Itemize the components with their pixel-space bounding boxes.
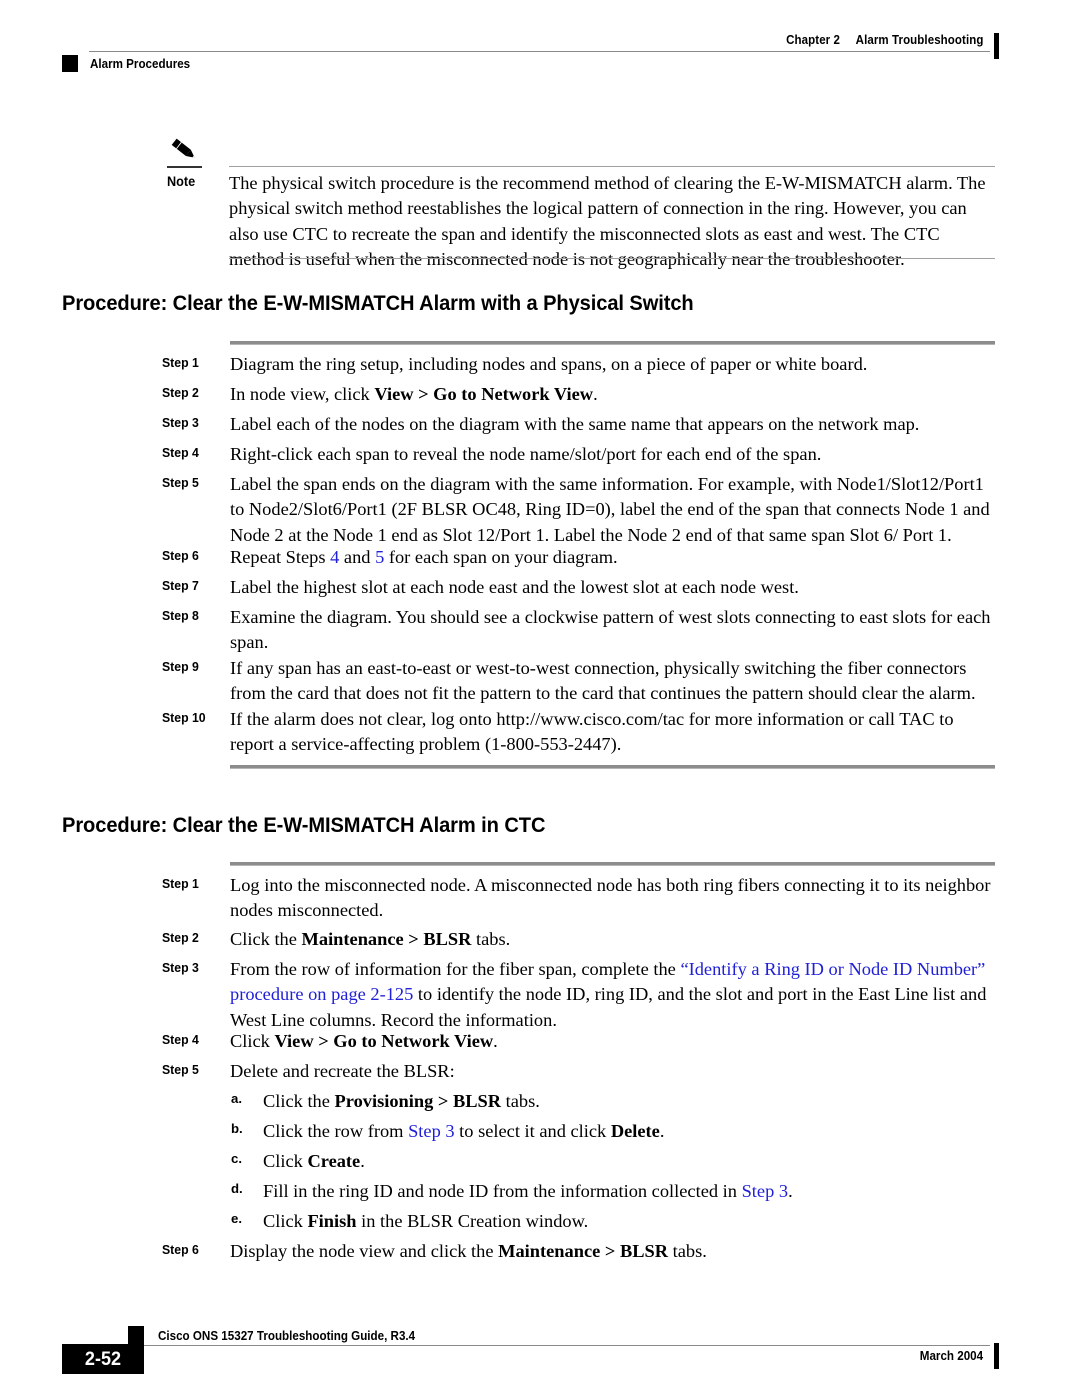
header-chapter-number: Chapter 2	[785, 33, 840, 47]
footer-rule	[90, 1345, 990, 1346]
procedure-2-heading: Procedure: Clear the E-W-MISMATCH Alarm …	[62, 813, 546, 837]
footer-edge-tab	[994, 1343, 999, 1369]
step-label: Step 3	[162, 960, 199, 975]
substep-label: a.	[231, 1091, 242, 1106]
procedure-1-end-rule	[230, 765, 995, 769]
header-rule	[89, 51, 990, 52]
step-text: If any span has an east-to-east or west-…	[230, 658, 976, 704]
step-text: If the alarm does not clear, log onto ht…	[230, 709, 954, 755]
step-label: Step 6	[162, 548, 199, 563]
header-edge-tab	[994, 33, 999, 59]
step-label: Step 8	[162, 608, 199, 623]
step-label: Step 7	[162, 578, 199, 593]
procedure-2-rule	[230, 862, 995, 866]
footer-date: March 2004	[919, 1349, 983, 1363]
substep-text: Click the row from Step 3 to select it a…	[263, 1121, 665, 1141]
step-label: Step 4	[162, 445, 199, 460]
substep-label: c.	[231, 1151, 242, 1166]
pencil-icon	[171, 138, 201, 164]
step-label: Step 2	[162, 930, 199, 945]
substep-label: e.	[231, 1211, 242, 1226]
page-footer: Cisco ONS 15327 Troubleshooting Guide, R…	[0, 1312, 1080, 1397]
step-text: Display the node view and click the Main…	[230, 1241, 707, 1261]
button-finish-ref: Finish	[307, 1211, 357, 1231]
menu-path-view-network: View > Go to Network View	[374, 384, 594, 404]
note-label: Note	[167, 174, 196, 189]
header-section-title: Alarm Procedures	[90, 57, 191, 71]
page-header: Chapter 2 Alarm Troubleshooting Alarm Pro…	[0, 0, 1080, 86]
substep-text: Fill in the ring ID and node ID from the…	[263, 1181, 793, 1201]
step-cross-reference-4[interactable]: 4	[330, 547, 339, 567]
footer-page-number: 2-52	[84, 1349, 122, 1370]
step-text: In node view, click View > Go to Network…	[230, 384, 598, 404]
step-text: Click View > Go to Network View.	[230, 1031, 498, 1051]
note-bottom-rule	[229, 258, 995, 259]
step-text: Label each of the nodes on the diagram w…	[230, 414, 920, 434]
step-label: Step 2	[162, 385, 199, 400]
note-top-rule	[229, 166, 995, 167]
substep-text: Click Create.	[263, 1151, 365, 1171]
button-delete-ref: Delete	[610, 1121, 660, 1141]
button-create-ref: Create	[307, 1151, 361, 1171]
step-label: Step 5	[162, 1062, 199, 1077]
step-text: Log into the misconnected node. A miscon…	[230, 875, 991, 921]
procedure-1-heading: Procedure: Clear the E-W-MISMATCH Alarm …	[62, 291, 694, 315]
substep-label: d.	[231, 1181, 243, 1196]
footer-guide-title: Cisco ONS 15327 Troubleshooting Guide, R…	[158, 1329, 416, 1343]
procedure-1-rule	[230, 341, 995, 345]
step-label: Step 3	[162, 415, 199, 430]
xref-identify-ring-id-page[interactable]: procedure on page 2-125	[230, 984, 413, 1004]
substep-cross-reference-step3-d[interactable]: Step 3	[742, 1181, 789, 1201]
step-label: Step 4	[162, 1032, 199, 1047]
step-cross-reference-5[interactable]: 5	[375, 547, 384, 567]
step-label: Step 10	[162, 710, 206, 725]
step-text: Diagram the ring setup, including nodes …	[230, 354, 868, 374]
header-chapter-title: Alarm Troubleshooting	[855, 33, 983, 47]
menu-path-maintenance-blsr: Maintenance > BLSR	[301, 929, 472, 949]
footer-square-marker-icon	[128, 1326, 144, 1344]
menu-path-provisioning-blsr: Provisioning > BLSR	[334, 1091, 502, 1111]
step-text: Repeat Steps 4 and 5 for each span on yo…	[230, 547, 618, 567]
menu-path-maintenance-blsr-2: Maintenance > BLSR	[498, 1241, 668, 1261]
step-text: Right-click each span to reveal the node…	[230, 444, 822, 464]
note-icon-rule	[167, 166, 202, 168]
step-text: Click the Maintenance > BLSR tabs.	[230, 929, 511, 949]
substep-text: Click Finish in the BLSR Creation window…	[263, 1211, 589, 1231]
menu-path-view-network-2: View > Go to Network View	[274, 1031, 494, 1051]
step-label: Step 5	[162, 475, 199, 490]
substep-cross-reference-step3[interactable]: Step 3	[408, 1121, 455, 1141]
step-label: Step 1	[162, 876, 199, 891]
step-text: From the row of information for the fibe…	[230, 959, 987, 1030]
document-page: Chapter 2 Alarm Troubleshooting Alarm Pro…	[0, 0, 1080, 1397]
step-label: Step 6	[162, 1242, 199, 1257]
substep-text: Click the Provisioning > BLSR tabs.	[263, 1091, 540, 1111]
xref-identify-ring-id-title[interactable]: “Identify a Ring ID or Node ID Number”	[680, 959, 985, 979]
step-text: Examine the diagram. You should see a cl…	[230, 607, 991, 653]
header-square-marker-icon	[62, 55, 78, 72]
step-text: Label the span ends on the diagram with …	[230, 474, 990, 545]
header-chapter: Chapter 2 Alarm Troubleshooting	[786, 33, 983, 47]
step-text: Label the highest slot at each node east…	[230, 577, 799, 597]
substep-label: b.	[231, 1121, 243, 1136]
step-text: Delete and recreate the BLSR:	[230, 1061, 455, 1081]
step-label: Step 9	[162, 659, 199, 674]
step-label: Step 1	[162, 355, 199, 370]
